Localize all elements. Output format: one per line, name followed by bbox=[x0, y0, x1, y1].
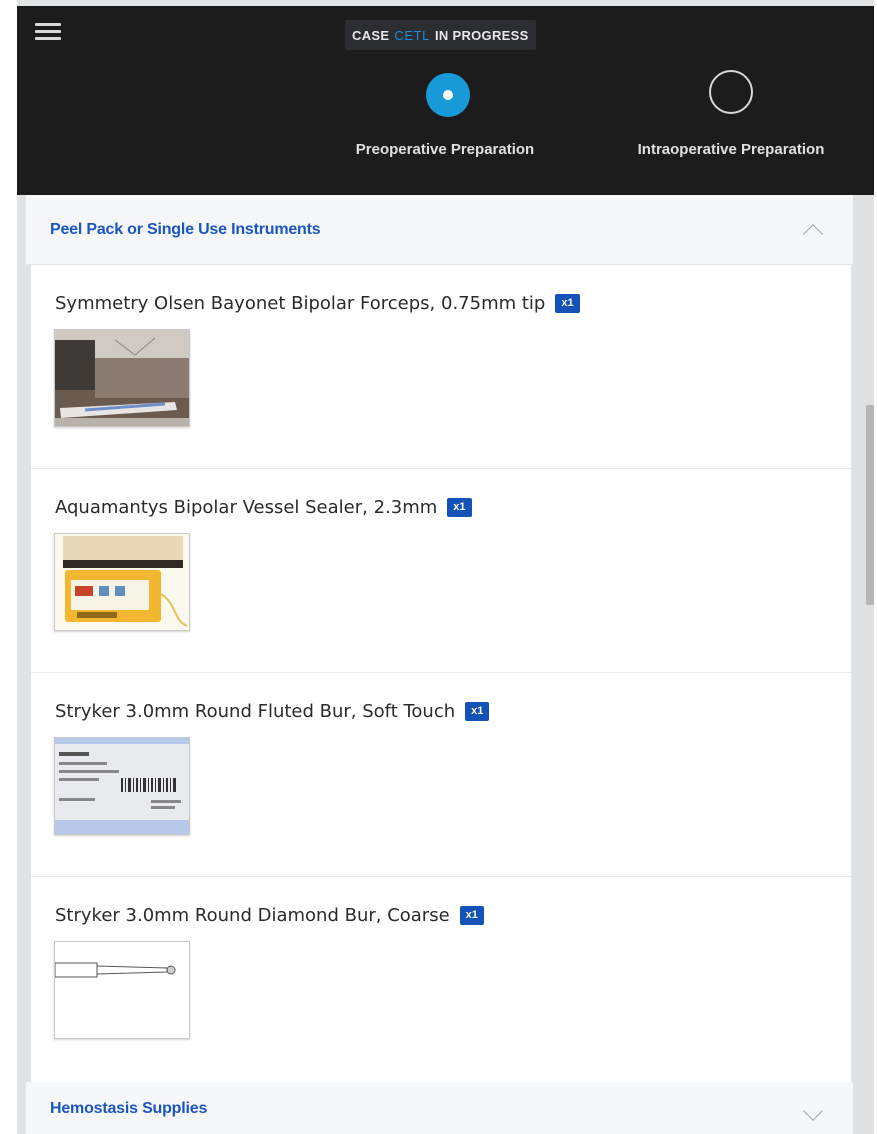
item-title-row: Aquamantys Bipolar Vessel Sealer, 2.3mm … bbox=[55, 497, 472, 518]
item-title-row: Stryker 3.0mm Round Fluted Bur, Soft Tou… bbox=[55, 701, 490, 722]
step-label-intraoperative: Intraoperative Preparation bbox=[637, 141, 825, 158]
item-name: Stryker 3.0mm Round Diamond Bur, Coarse bbox=[55, 905, 450, 926]
case-status-prefix: CASE bbox=[352, 27, 390, 43]
step-label-preoperative: Preoperative Preparation bbox=[355, 141, 535, 158]
item-name: Aquamantys Bipolar Vessel Sealer, 2.3mm bbox=[55, 497, 438, 518]
step-active-indicator-icon bbox=[426, 73, 470, 117]
quantity-badge: x1 bbox=[447, 498, 472, 517]
bur-package-label-image bbox=[55, 738, 189, 834]
item-thumbnail[interactable] bbox=[54, 737, 190, 835]
case-code: CETL bbox=[394, 27, 430, 43]
section-title: Hemostasis Supplies bbox=[50, 1099, 208, 1117]
section-header-hemostasis[interactable]: Hemostasis Supplies bbox=[26, 1082, 856, 1134]
quantity-badge: x1 bbox=[459, 906, 484, 925]
chevron-up-icon[interactable] bbox=[803, 224, 823, 244]
item-name: Stryker 3.0mm Round Fluted Bur, Soft Tou… bbox=[55, 701, 456, 722]
section-header-peel-pack[interactable]: Peel Pack or Single Use Instruments bbox=[26, 195, 856, 265]
app-frame: CASE CETL IN PROGRESS Preoperative Prepa… bbox=[17, 0, 874, 1134]
item-name: Symmetry Olsen Bayonet Bipolar Forceps, … bbox=[55, 293, 546, 314]
case-status-badge: CASE CETL IN PROGRESS bbox=[345, 20, 536, 50]
hamburger-menu-icon[interactable] bbox=[35, 23, 61, 41]
list-item: Stryker 3.0mm Round Diamond Bur, Coarse … bbox=[31, 877, 851, 1084]
item-title-row: Stryker 3.0mm Round Diamond Bur, Coarse … bbox=[55, 905, 484, 926]
item-thumbnail[interactable] bbox=[54, 533, 190, 631]
item-thumbnail[interactable] bbox=[54, 941, 190, 1039]
chevron-down-icon[interactable] bbox=[803, 1101, 823, 1121]
scrollbar-track[interactable] bbox=[853, 195, 874, 1134]
quantity-badge: x1 bbox=[465, 702, 490, 721]
section-title: Peel Pack or Single Use Instruments bbox=[50, 220, 321, 238]
vessel-sealer-photo-image bbox=[55, 534, 189, 630]
case-status-suffix: IN PROGRESS bbox=[434, 27, 529, 43]
case-header: CASE CETL IN PROGRESS Preoperative Prepa… bbox=[17, 6, 874, 195]
diamond-bur-drawing-image bbox=[55, 942, 189, 1038]
item-thumbnail[interactable] bbox=[54, 329, 190, 427]
scrollbar-thumb[interactable] bbox=[866, 405, 874, 605]
list-item: Stryker 3.0mm Round Fluted Bur, Soft Tou… bbox=[31, 673, 851, 877]
instrument-list: Symmetry Olsen Bayonet Bipolar Forceps, … bbox=[31, 265, 851, 1084]
item-title-row: Symmetry Olsen Bayonet Bipolar Forceps, … bbox=[55, 293, 580, 314]
forceps-photo-image bbox=[55, 330, 189, 426]
quantity-badge: x1 bbox=[555, 294, 580, 313]
checklist-content: Peel Pack or Single Use Instruments Symm… bbox=[17, 195, 874, 1134]
list-item: Symmetry Olsen Bayonet Bipolar Forceps, … bbox=[31, 265, 851, 469]
step-inactive-indicator-icon bbox=[709, 70, 753, 114]
list-item: Aquamantys Bipolar Vessel Sealer, 2.3mm … bbox=[31, 469, 851, 673]
